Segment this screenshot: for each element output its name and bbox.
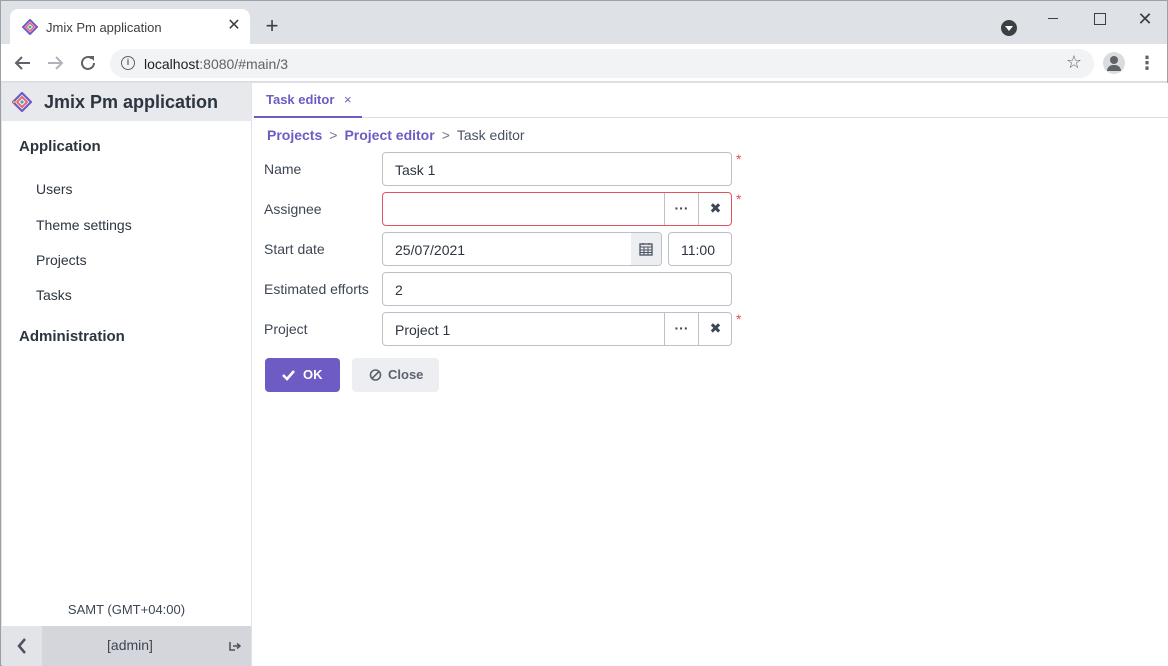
checkmark-icon bbox=[282, 358, 295, 405]
url-host: localhost bbox=[144, 56, 200, 72]
menu-item-tasks[interactable]: Tasks bbox=[36, 287, 72, 303]
window-close-button[interactable]: ✕ bbox=[1122, 5, 1168, 33]
start-date-label: Start date bbox=[264, 241, 325, 257]
menu-group-administration[interactable]: Administration bbox=[19, 328, 125, 345]
new-tab-button[interactable]: + bbox=[260, 15, 284, 39]
browser-tab[interactable]: Jmix Pm application ✕ bbox=[10, 9, 250, 44]
breadcrumb-separator: > bbox=[441, 127, 450, 143]
close-button[interactable]: Close bbox=[352, 358, 439, 392]
menu-item-theme-settings[interactable]: Theme settings bbox=[36, 217, 132, 233]
ban-icon bbox=[369, 358, 382, 405]
tab-search-icon[interactable] bbox=[1001, 20, 1017, 36]
assignee-label: Assignee bbox=[264, 201, 322, 217]
main-area: Task editor × Projects > Project editor > Ta… bbox=[253, 83, 1168, 666]
required-indicator: * bbox=[736, 191, 742, 207]
name-value: Task 1 bbox=[395, 162, 436, 178]
close-button-label: Close bbox=[388, 367, 424, 382]
window-maximize-button[interactable] bbox=[1076, 5, 1122, 33]
forward-arrow-icon[interactable] bbox=[42, 50, 68, 76]
menu-item-users[interactable]: Users bbox=[36, 181, 73, 197]
start-time-field[interactable]: 11:00 bbox=[668, 232, 732, 266]
required-indicator: * bbox=[736, 151, 742, 167]
project-lookup-button[interactable]: ··· bbox=[664, 313, 698, 345]
chevron-left-icon bbox=[17, 638, 26, 654]
address-url: localhost:8080/#main/3 bbox=[144, 56, 288, 72]
name-field[interactable]: Task 1 bbox=[382, 152, 732, 186]
jmix-logo-icon bbox=[22, 19, 38, 35]
tab-close-icon[interactable]: × bbox=[344, 92, 352, 107]
sidebar-footer: [admin] bbox=[2, 626, 251, 666]
breadcrumb-current: Task editor bbox=[456, 127, 525, 143]
browser-window: Jmix Pm application ✕ + ✕ i localhost:80… bbox=[0, 0, 1168, 666]
browser-titlebar: Jmix Pm application ✕ + ✕ bbox=[1, 1, 1167, 44]
estimated-efforts-label: Estimated efforts bbox=[264, 281, 369, 297]
browser-tab-close-icon[interactable]: ✕ bbox=[224, 16, 244, 36]
start-date-field[interactable]: 25/07/2021 bbox=[382, 232, 662, 266]
collapse-sidebar-button[interactable] bbox=[2, 626, 42, 666]
back-arrow-icon[interactable] bbox=[10, 50, 36, 76]
breadcrumb: Projects > Project editor > Task editor bbox=[267, 127, 525, 143]
url-path: :8080/#main/3 bbox=[199, 56, 288, 72]
assignee-lookup-button[interactable]: ··· bbox=[664, 193, 698, 225]
menu-item-projects[interactable]: Projects bbox=[36, 252, 87, 268]
site-info-icon[interactable]: i bbox=[121, 56, 135, 70]
breadcrumb-project-editor-link[interactable]: Project editor bbox=[344, 127, 434, 143]
project-value: Project 1 bbox=[395, 322, 451, 338]
sidebar: Jmix Pm application Application Users Th… bbox=[2, 83, 252, 666]
estimated-efforts-field[interactable]: 2 bbox=[382, 272, 732, 306]
calendar-icon[interactable] bbox=[631, 233, 661, 265]
browser-toolbar: i localhost:8080/#main/3 ☆ ⋮ bbox=[1, 44, 1167, 82]
start-time-value: 11:00 bbox=[681, 242, 715, 258]
app-title: Jmix Pm application bbox=[44, 92, 219, 112]
required-indicator: * bbox=[736, 311, 742, 327]
breadcrumb-separator: > bbox=[329, 127, 338, 143]
start-date-value: 25/07/2021 bbox=[395, 242, 466, 258]
ok-button[interactable]: OK bbox=[265, 358, 340, 392]
window-minimize-button[interactable] bbox=[1030, 5, 1076, 33]
project-clear-icon[interactable]: ✖ bbox=[698, 313, 732, 345]
jmix-logo-icon bbox=[12, 92, 32, 112]
address-bar[interactable]: i localhost:8080/#main/3 ☆ bbox=[110, 49, 1094, 78]
breadcrumb-projects-link[interactable]: Projects bbox=[267, 127, 322, 143]
profile-avatar-icon[interactable] bbox=[1103, 52, 1125, 74]
assignee-clear-icon[interactable]: ✖ bbox=[698, 193, 732, 225]
sidebar-header: Jmix Pm application bbox=[2, 83, 251, 121]
assignee-field[interactable]: ··· ✖ bbox=[382, 192, 732, 226]
tab-task-editor[interactable]: Task editor × bbox=[254, 83, 362, 118]
tab-task-editor-label: Task editor bbox=[266, 92, 335, 107]
estimated-efforts-value: 2 bbox=[395, 282, 403, 298]
browser-menu-icon[interactable]: ⋮ bbox=[1138, 52, 1156, 74]
logout-icon[interactable] bbox=[228, 639, 242, 653]
menu-group-application[interactable]: Application bbox=[19, 138, 101, 155]
browser-tab-title: Jmix Pm application bbox=[46, 20, 162, 35]
project-field[interactable]: Project 1 ··· ✖ bbox=[382, 312, 732, 346]
current-user-label[interactable]: [admin] bbox=[42, 637, 218, 653]
timezone-label: SAMT (GMT+04:00) bbox=[67, 602, 186, 617]
name-label: Name bbox=[264, 161, 302, 177]
ok-button-label: OK bbox=[303, 367, 323, 382]
project-label: Project bbox=[264, 321, 308, 337]
app-root: Jmix Pm application Application Users Th… bbox=[2, 83, 1168, 666]
reload-icon[interactable] bbox=[75, 50, 101, 76]
bookmark-star-icon[interactable]: ☆ bbox=[1066, 52, 1082, 73]
main-tabsheet: Task editor × bbox=[253, 83, 1168, 118]
